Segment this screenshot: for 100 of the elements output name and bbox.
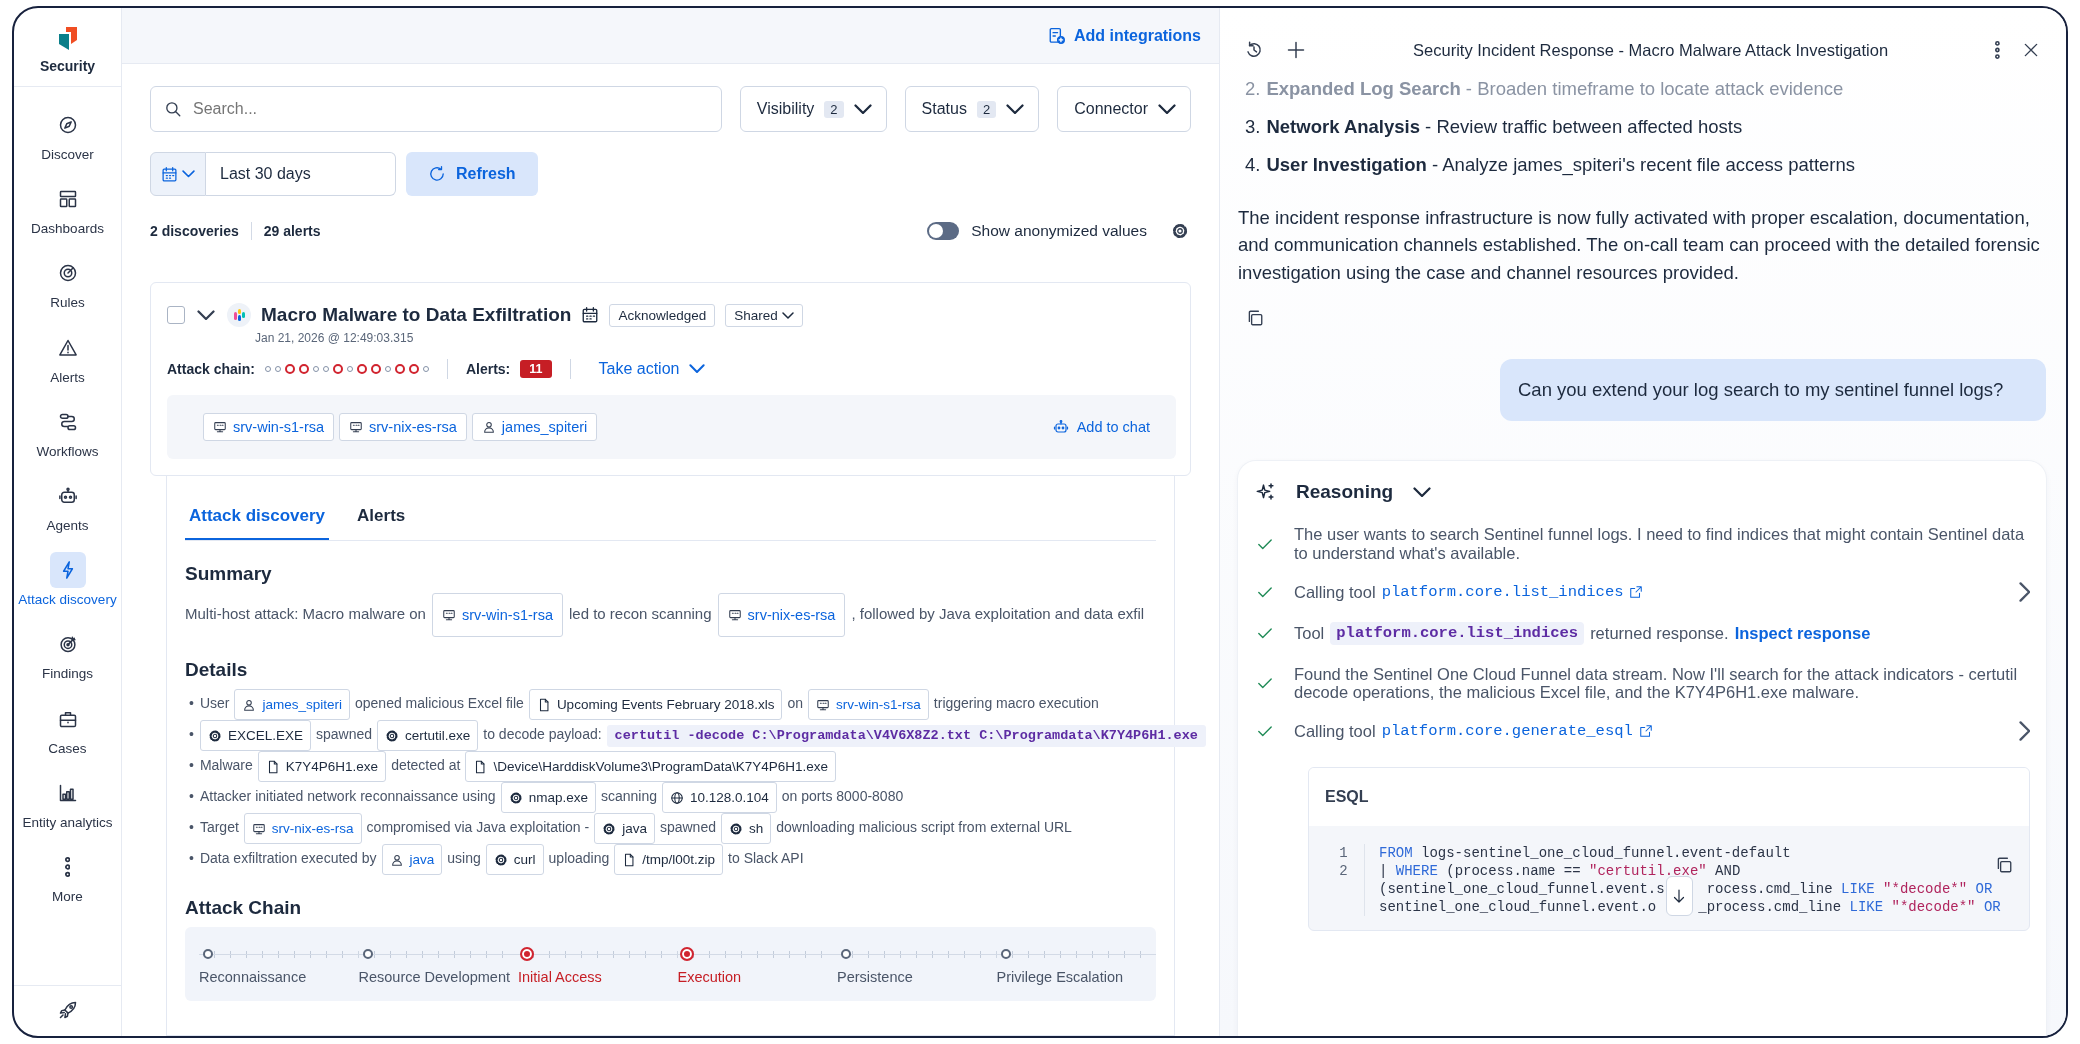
entity-chip: /tmp/l00t.zip	[614, 844, 724, 875]
reasoning-toggle[interactable]: Reasoning	[1256, 478, 1432, 506]
entity-chip[interactable]: james_spiteri	[471, 413, 598, 441]
add-integrations-link[interactable]: Add integrations	[1047, 26, 1201, 45]
detail-text: compromised via Java exploitation -	[366, 819, 590, 836]
entity-chip: sh	[720, 813, 772, 844]
entity-chip: certutil.exe	[377, 720, 479, 751]
tool-name: platform.core.list_indices	[1330, 621, 1585, 645]
detail-text: led to recon scanning	[568, 604, 712, 622]
tactic-label: Initial Access	[518, 969, 603, 985]
add-to-chat-link[interactable]: Add to chat	[1052, 419, 1150, 435]
user-message: Can you extend your log search to my sentinel funnel logs?	[1500, 358, 2046, 421]
external-link-icon	[1629, 584, 1644, 599]
filter-button[interactable]: Status 2	[904, 86, 1040, 132]
date-range-field[interactable]: Last 30 days	[206, 152, 396, 196]
tab[interactable]: Attack discovery	[185, 496, 330, 540]
detail-text: spawned	[315, 726, 372, 743]
document-plus-icon	[1047, 26, 1066, 45]
entity-chip: Upcoming Events February 2018.xls	[528, 689, 783, 720]
more-icon	[1995, 41, 2000, 59]
discovery-title: Macro Malware to Data Exfiltration	[261, 304, 572, 326]
chevron-down-icon	[853, 103, 872, 115]
entity-chip[interactable]: srv-win-s1-rsa	[203, 413, 335, 441]
entity-chip: K7Y4P6H1.exe	[257, 751, 387, 782]
chevron-right-icon	[2018, 721, 2030, 741]
list-item-text: Expanded Log Search - Broaden timeframe to locate attack evidence	[1266, 77, 1844, 101]
tool-link[interactable]: platform.core.generate_esql	[1381, 722, 1653, 740]
attack-chain-label: Attack chain:	[167, 361, 255, 377]
calendar-icon	[581, 306, 600, 324]
sidebar-item[interactable]: Alerts	[17, 325, 118, 390]
sidebar-item[interactable]: More	[17, 844, 118, 910]
monitor-icon	[441, 608, 456, 622]
entity-chip[interactable]: srv-nix-es-rsa	[717, 593, 846, 637]
inspect-response-link[interactable]: Inspect response	[1734, 624, 1871, 643]
toggle-switch[interactable]	[927, 222, 960, 240]
user-icon	[242, 697, 257, 712]
list-item-text: Network Analysis - Review traffic between affected hosts	[1266, 114, 1743, 139]
target-icon	[57, 634, 78, 655]
sidebar-item[interactable]: Findings	[17, 622, 118, 687]
settings-icon	[1171, 222, 1189, 240]
code-line: sentinel_one_cloud_funnel.event.o	[1379, 898, 1657, 917]
tactic-label: Persistence	[837, 969, 914, 985]
checkbox[interactable]	[167, 306, 185, 324]
sidebar-item[interactable]: Agents	[17, 473, 118, 539]
sidebar-item[interactable]: Cases	[17, 696, 118, 761]
entity-chip[interactable]: srv-win-s1-rsa	[808, 689, 929, 720]
warning-icon	[57, 337, 78, 358]
scroll-down-button[interactable]	[1666, 876, 1693, 917]
detail-text: scanning	[600, 788, 657, 805]
code-line: _process.cmd_line LIKE "*decode*" OR	[1698, 898, 2001, 917]
sidebar-item[interactable]: Dashboards	[17, 177, 118, 242]
sidebar-item[interactable]: Rules	[17, 251, 118, 316]
refresh-button[interactable]: Refresh	[406, 152, 538, 196]
message-paragraph: The incident response infrastructure is now fully activated with proper escalation, documentation, and communication channels established. The on-call team can proceed with the detailed forensic investigation using the case and channel resources provided.	[1238, 205, 2041, 286]
workflow-icon	[57, 411, 78, 432]
take-action-button[interactable]: Take action	[598, 360, 706, 378]
alerts-label: Alerts:	[465, 361, 511, 377]
detail-text: User	[199, 695, 230, 712]
filter-button[interactable]: Connector	[1057, 86, 1191, 132]
conversation-title: Security Incident Response - Macro Malware Attack Investigation	[1412, 40, 1890, 60]
code-title: ESQL	[1309, 768, 2029, 827]
tactic-label: Execution	[677, 969, 743, 985]
entity-chip[interactable]: java	[381, 844, 443, 875]
gear-icon	[508, 790, 523, 805]
robot-icon	[57, 485, 78, 506]
gear-icon	[385, 728, 399, 743]
entity-chip[interactable]: james_spiteri	[234, 689, 350, 720]
calendar-icon	[161, 165, 178, 183]
date-picker-button[interactable]	[150, 152, 206, 196]
sidebar-item[interactable]: Entity analytics	[17, 770, 118, 835]
code-line: | WHERE (process.name == "certutil.exe" AND	[1379, 862, 1741, 881]
sidebar-item[interactable]: Discover	[17, 103, 118, 168]
dashboard-icon	[57, 189, 78, 210]
bullet: •	[189, 788, 194, 805]
tab[interactable]: Alerts	[353, 496, 410, 540]
entity-chip[interactable]: srv-win-s1-rsa	[431, 593, 563, 637]
code-line: (sentinel_one_cloud_funnel.event.s	[1379, 880, 1665, 899]
close-icon	[2022, 41, 2040, 59]
monitor-icon	[816, 697, 831, 712]
detail-text: on	[787, 695, 804, 712]
step-text: Calling tool	[1294, 721, 1376, 741]
status-badge: Acknowledged	[609, 303, 716, 327]
detail-text: downloading malicious script from external URL	[776, 819, 1072, 836]
step-text: Calling tool	[1294, 582, 1376, 601]
code-snippet: certutil -decode C:\Programdata\V4V6X8Z2.txt C:\Programdata\K7Y4P6H1.exe	[606, 724, 1206, 747]
detail-text: Malware	[199, 757, 253, 774]
filter-button[interactable]: Visibility 2	[739, 86, 887, 132]
sidebar-item[interactable]: Attack discovery	[17, 548, 118, 613]
search-field[interactable]: Search...	[150, 86, 722, 132]
entity-chip: EXCEL.EXE	[199, 720, 311, 751]
bullet: •	[189, 819, 194, 836]
list-number: 2.	[1245, 77, 1261, 101]
code-line: rocess.cmd_line LIKE "*decode*" OR	[1706, 880, 1993, 899]
tool-link[interactable]: platform.core.list_indices	[1381, 582, 1644, 601]
sidebar-item[interactable]: Workflows	[17, 399, 118, 464]
entity-chip[interactable]: srv-nix-es-rsa	[339, 413, 467, 441]
sharing-dropdown[interactable]: Shared	[725, 303, 803, 327]
entity-chip[interactable]: srv-nix-es-rsa	[243, 813, 362, 844]
more-icon	[64, 856, 71, 877]
refresh-icon	[428, 165, 446, 183]
